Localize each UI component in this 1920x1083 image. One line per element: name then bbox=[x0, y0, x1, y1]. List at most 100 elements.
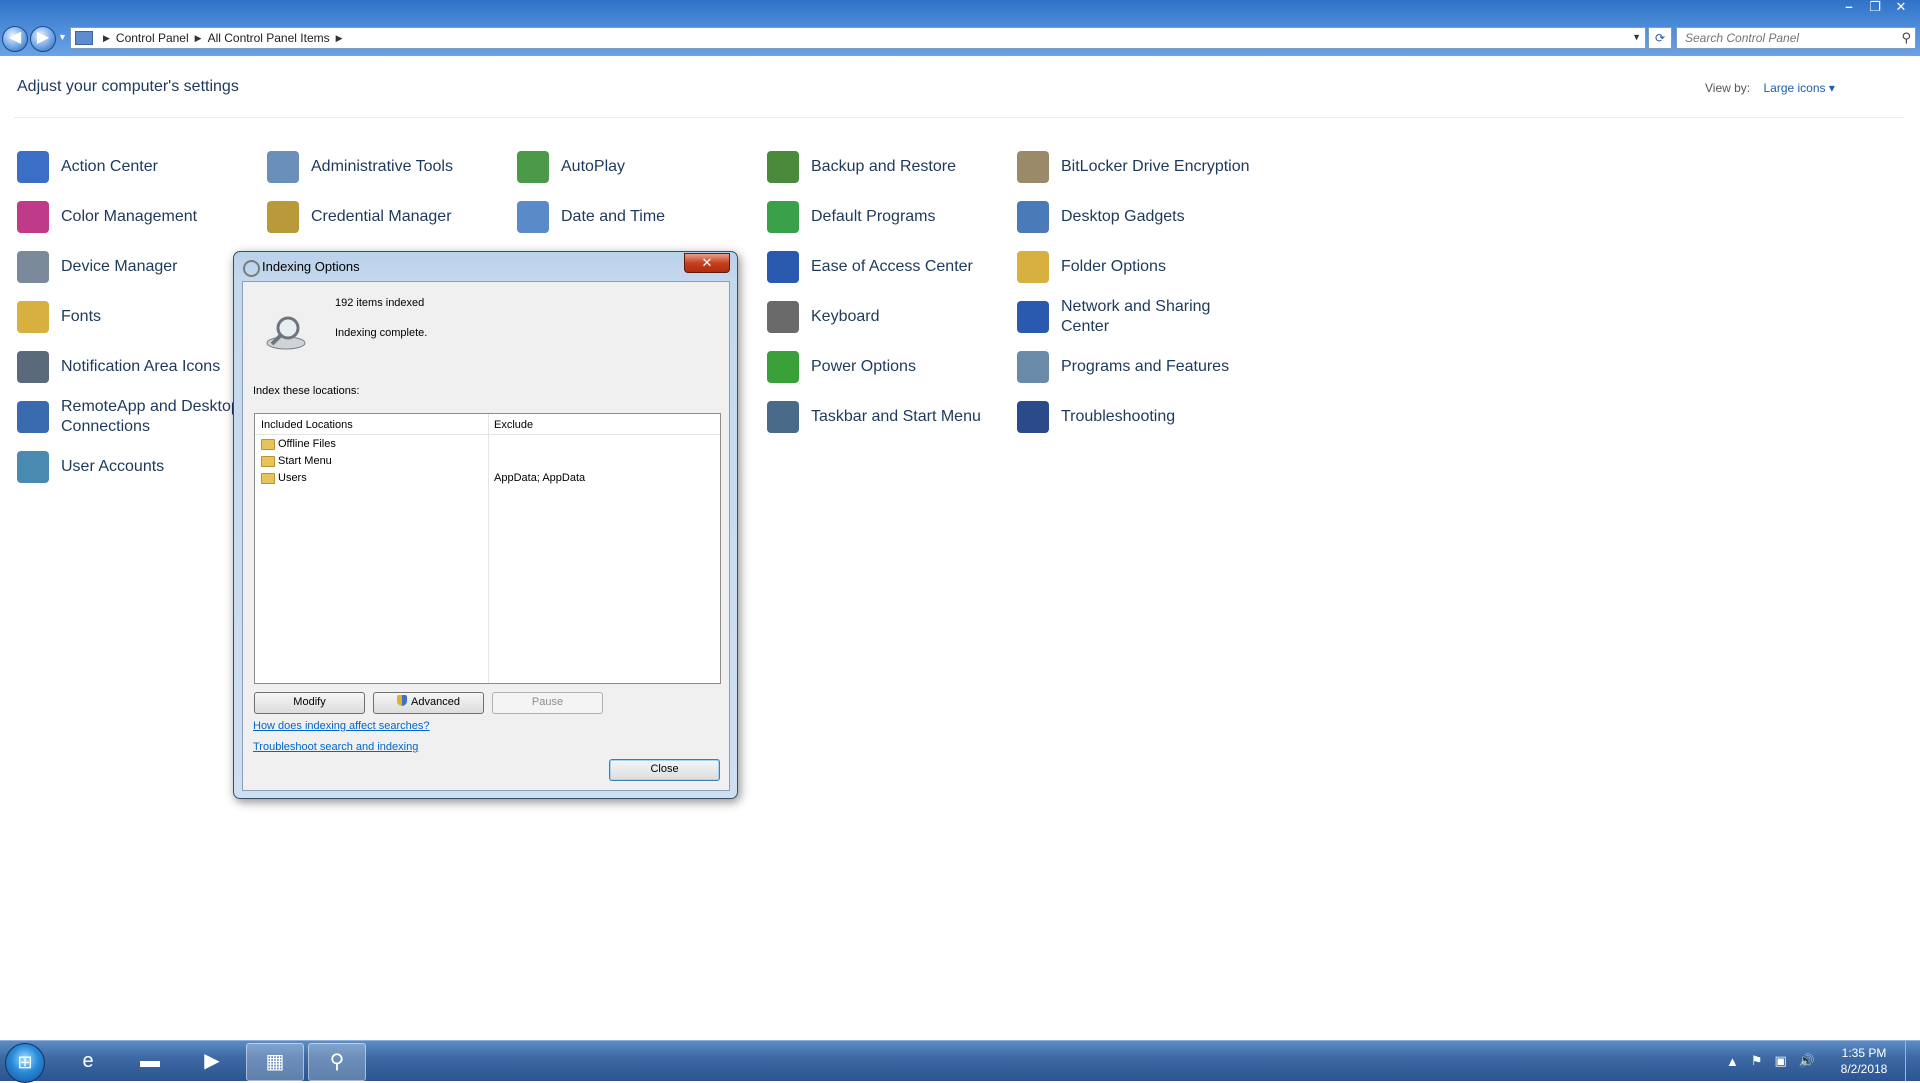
indexing-magnifier-icon bbox=[266, 316, 306, 350]
taskbar-icon bbox=[767, 401, 799, 433]
locations-list[interactable]: Included Locations Exclude Offline Files… bbox=[254, 413, 721, 684]
page-title: Adjust your computer's settings bbox=[17, 78, 239, 95]
folder-icon bbox=[261, 456, 275, 467]
item-default-programs[interactable]: Default Programs bbox=[767, 194, 1007, 240]
divider bbox=[14, 117, 1904, 118]
item-label: BitLocker Drive Encryption bbox=[1061, 158, 1250, 175]
dialog-body: 192 items indexed Indexing complete. Ind… bbox=[242, 281, 730, 791]
item-label: Action Center bbox=[61, 158, 158, 175]
item-label: Credential Manager bbox=[311, 208, 452, 225]
advanced-label: Advanced bbox=[411, 696, 460, 708]
item-backup-and-restore[interactable]: Backup and Restore bbox=[767, 144, 1007, 190]
clock-time: 1:35 PM bbox=[1841, 1046, 1887, 1060]
item-remoteapp-and-desktop-connections[interactable]: RemoteApp and Desktop Connections bbox=[17, 394, 257, 440]
refresh-button[interactable]: ⟳ bbox=[1648, 27, 1672, 49]
item-desktop-gadgets[interactable]: Desktop Gadgets bbox=[1017, 194, 1257, 240]
dialog-close-button[interactable]: ✕ bbox=[684, 253, 730, 273]
item-color-management[interactable]: Color Management bbox=[17, 194, 257, 240]
item-user-accounts[interactable]: User Accounts bbox=[17, 444, 257, 490]
column-header-included[interactable]: Included Locations bbox=[261, 419, 353, 431]
item-label: Backup and Restore bbox=[811, 158, 956, 175]
folder-icon bbox=[1017, 251, 1049, 283]
advanced-button[interactable]: Advanced bbox=[373, 692, 484, 714]
list-item[interactable]: Offline Files bbox=[255, 436, 720, 453]
close-window-button[interactable]: ✕ bbox=[1888, 0, 1914, 16]
recent-pages-dropdown-icon[interactable]: ▼ bbox=[58, 32, 67, 42]
device-manager-icon bbox=[17, 251, 49, 283]
item-label: Fonts bbox=[61, 308, 102, 325]
search-field[interactable]: ⚲ bbox=[1676, 27, 1916, 49]
search-icon[interactable]: ⚲ bbox=[1901, 30, 1911, 46]
item-action-center[interactable]: Action Center bbox=[17, 144, 257, 190]
breadcrumb-separator-icon[interactable]: ▶ bbox=[103, 33, 110, 44]
item-device-manager[interactable]: Device Manager bbox=[17, 244, 257, 290]
location-name: Users bbox=[278, 472, 307, 484]
breadcrumb-separator-icon[interactable]: ▶ bbox=[195, 33, 202, 44]
show-desktop-button[interactable] bbox=[1905, 1041, 1920, 1081]
item-bitlocker-drive-encryption[interactable]: BitLocker Drive Encryption bbox=[1017, 144, 1257, 190]
control-panel-taskbar-icon[interactable]: ▦ bbox=[246, 1043, 304, 1081]
item-keyboard[interactable]: Keyboard bbox=[767, 294, 1007, 340]
item-troubleshooting[interactable]: Troubleshooting bbox=[1017, 394, 1257, 440]
item-notification-area-icons[interactable]: Notification Area Icons bbox=[17, 344, 257, 390]
item-folder-options[interactable]: Folder Options bbox=[1017, 244, 1257, 290]
address-dropdown-icon[interactable]: ▼ bbox=[1632, 32, 1641, 42]
indexing-status: Indexing complete. bbox=[335, 327, 428, 339]
file-explorer-icon[interactable]: ▬ bbox=[122, 1043, 178, 1079]
window-controls: – ❐ ✕ bbox=[1836, 0, 1914, 16]
item-fonts[interactable]: Fonts bbox=[17, 294, 257, 340]
maximize-button[interactable]: ❐ bbox=[1862, 0, 1888, 16]
clock[interactable]: 1:35 PM 8/2/2018 bbox=[1829, 1045, 1899, 1077]
indexing-icon bbox=[243, 260, 260, 277]
item-label: Color Management bbox=[61, 208, 198, 225]
list-item[interactable]: Start Menu bbox=[255, 453, 720, 470]
troubleshooting-icon bbox=[1017, 401, 1049, 433]
item-label: Network and Sharing Center bbox=[1061, 298, 1211, 335]
troubleshoot-indexing-link[interactable]: Troubleshoot search and indexing bbox=[253, 741, 418, 753]
minimize-button[interactable]: – bbox=[1836, 0, 1862, 16]
item-ease-of-access-center[interactable]: Ease of Access Center bbox=[767, 244, 1007, 290]
address-bar[interactable]: ▶ Control Panel ▶ All Control Panel Item… bbox=[70, 27, 1646, 49]
show-hidden-icons-icon[interactable]: ▲ bbox=[1726, 1054, 1739, 1069]
forward-button[interactable]: ▶ bbox=[30, 26, 56, 52]
key-icon bbox=[1017, 151, 1049, 183]
item-autoplay[interactable]: AutoPlay bbox=[517, 144, 757, 190]
item-taskbar-and-start-menu[interactable]: Taskbar and Start Menu bbox=[767, 394, 1007, 440]
taskbar: ⊞ e ▬ ▶ ▦ ⚲ ▲ ⚑ ▣ 🔊 1:35 PM 8/2/2018 bbox=[0, 1040, 1920, 1083]
media-player-icon[interactable]: ▶ bbox=[184, 1043, 240, 1079]
remoteapp-icon bbox=[17, 401, 49, 433]
pause-button[interactable]: Pause bbox=[492, 692, 603, 714]
item-label: User Accounts bbox=[61, 458, 165, 475]
pause-label: Pause bbox=[531, 696, 564, 708]
dialog-title: Indexing Options bbox=[262, 259, 360, 274]
item-label: Taskbar and Start Menu bbox=[811, 408, 981, 425]
indexing-options-taskbar-icon[interactable]: ⚲ bbox=[308, 1043, 366, 1081]
network-icon[interactable]: ▣ bbox=[1775, 1053, 1787, 1069]
volume-icon[interactable]: 🔊 bbox=[1799, 1053, 1815, 1069]
column-header-exclude[interactable]: Exclude bbox=[494, 419, 533, 431]
close-button[interactable]: Close bbox=[609, 759, 720, 781]
item-label: Date and Time bbox=[561, 208, 666, 225]
item-label: Administrative Tools bbox=[311, 158, 453, 175]
item-network-and-sharing-center[interactable]: Network and Sharing Center bbox=[1017, 294, 1257, 340]
internet-explorer-icon[interactable]: e bbox=[60, 1043, 116, 1079]
view-by-dropdown[interactable]: Large icons ▾ bbox=[1763, 81, 1834, 95]
back-button[interactable]: ◀ bbox=[2, 26, 28, 52]
how-indexing-affects-link[interactable]: How does indexing affect searches? bbox=[253, 720, 430, 732]
item-programs-and-features[interactable]: Programs and Features bbox=[1017, 344, 1257, 390]
item-power-options[interactable]: Power Options bbox=[767, 344, 1007, 390]
item-label: AutoPlay bbox=[561, 158, 626, 175]
breadcrumb-control-panel[interactable]: Control Panel bbox=[116, 31, 189, 45]
search-input[interactable] bbox=[1683, 28, 1887, 48]
clock-date: 8/2/2018 bbox=[1840, 1062, 1888, 1076]
start-button[interactable]: ⊞ bbox=[5, 1043, 45, 1083]
items-indexed-count: 192 items indexed bbox=[335, 297, 425, 309]
modify-button[interactable]: Modify bbox=[254, 692, 365, 714]
breadcrumb-all-items[interactable]: All Control Panel Items bbox=[208, 31, 330, 45]
breadcrumb-separator-icon[interactable]: ▶ bbox=[336, 33, 343, 44]
item-date-and-time[interactable]: Date and Time bbox=[517, 194, 757, 240]
action-center-flag-icon[interactable]: ⚑ bbox=[1751, 1053, 1763, 1069]
item-credential-manager[interactable]: Credential Manager bbox=[267, 194, 507, 240]
list-item[interactable]: Users AppData; AppData bbox=[255, 470, 720, 487]
item-administrative-tools[interactable]: Administrative Tools bbox=[267, 144, 507, 190]
